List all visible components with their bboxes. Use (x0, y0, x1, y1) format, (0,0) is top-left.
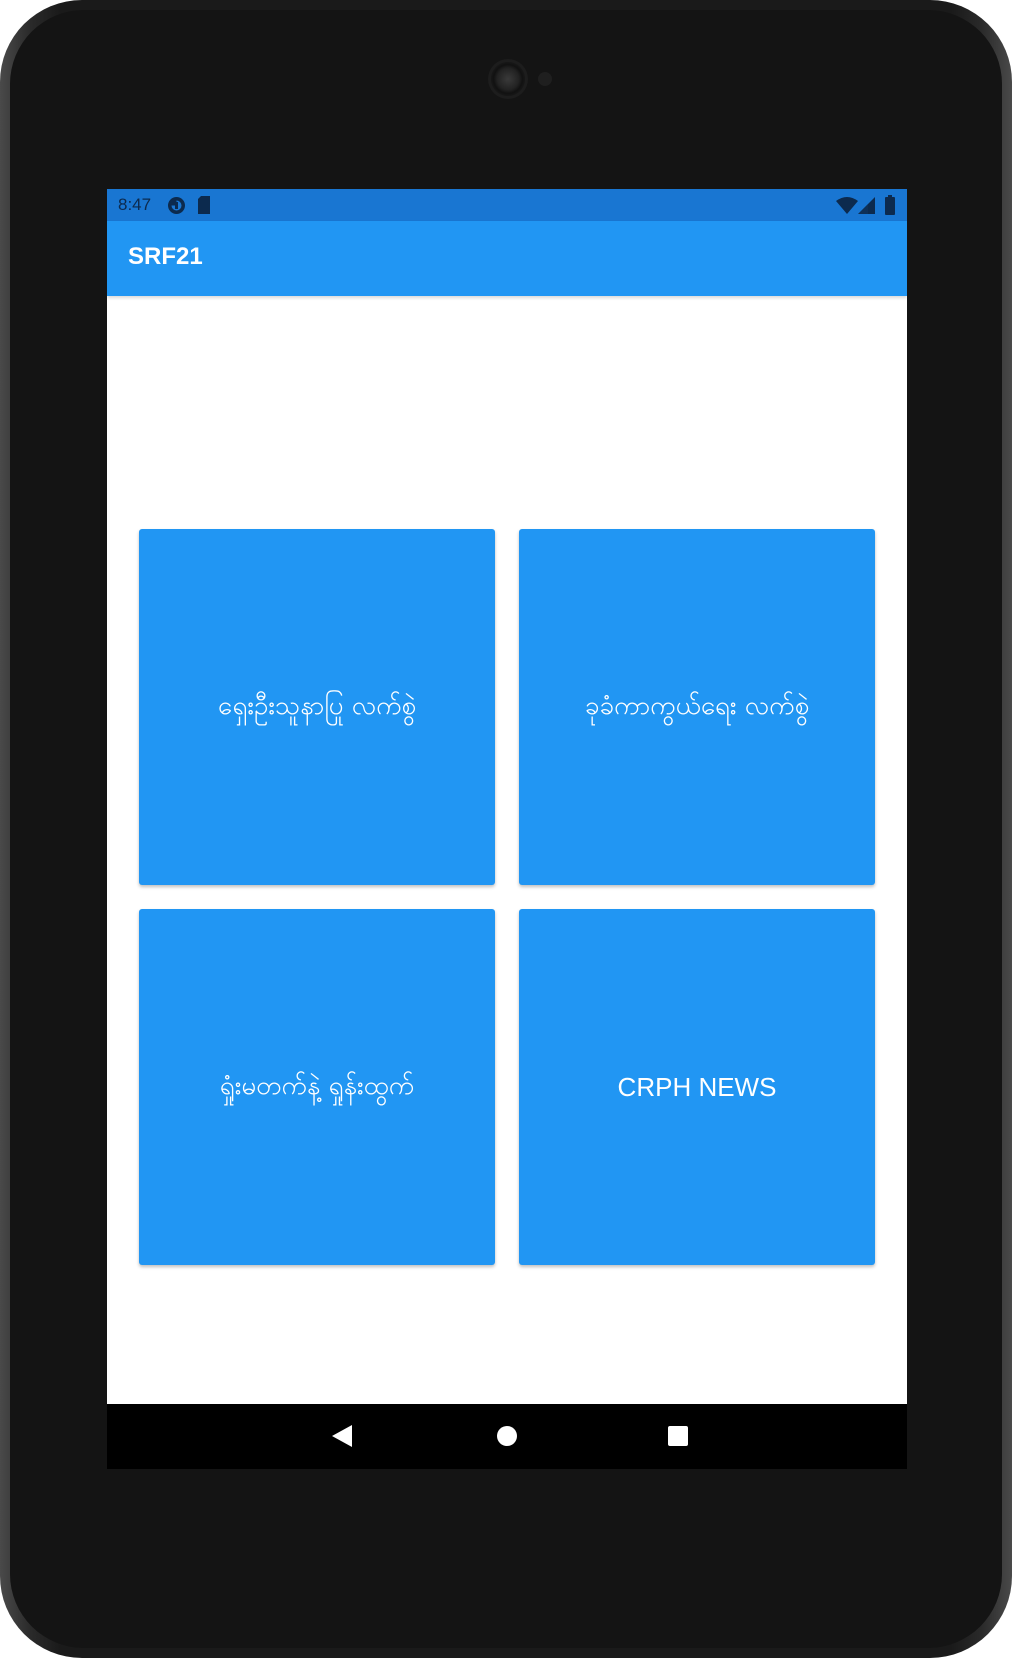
tile-label: ရှုံးမတက်နဲ့ ရှုန်းထွက် (219, 1070, 415, 1101)
back-icon[interactable] (324, 1418, 360, 1454)
device-screen: 8:47 SRF21 ရှေးဦးသူနာပြု လက်စွဲ ခုခံကာကွ… (107, 189, 907, 1469)
tile-crph-news[interactable]: CRPH NEWS (519, 909, 875, 1265)
battery-icon (885, 195, 895, 219)
sd-card-icon (197, 196, 211, 218)
cell-signal-icon (858, 197, 875, 218)
home-icon[interactable] (489, 1418, 525, 1454)
status-bar: 8:47 (107, 189, 907, 221)
status-time: 8:47 (118, 195, 152, 214)
recents-icon[interactable] (660, 1418, 696, 1454)
tile-label: CRPH NEWS (617, 1071, 777, 1102)
tile-first-aid-guide[interactable]: ရှေးဦးသူနာပြု လက်စွဲ (139, 529, 495, 885)
tile-never-give-up[interactable]: ရှုံးမတက်နဲ့ ရှုန်းထွက် (139, 909, 495, 1265)
app-title: SRF21 (128, 243, 203, 270)
data-saver-icon (167, 196, 186, 219)
wifi-icon (836, 197, 858, 218)
navigation-bar (107, 1404, 907, 1469)
tablet-device-frame: 8:47 SRF21 ရှေးဦးသူနာပြု လက်စွဲ ခုခံကာကွ… (0, 0, 1012, 1658)
tile-label: ခုခံကာကွယ်ရေး လက်စွဲ (584, 690, 810, 721)
light-sensor-icon (538, 72, 552, 86)
app-bar: SRF21 (107, 221, 907, 296)
tile-label: ရှေးဦးသူနာပြု လက်စွဲ (217, 690, 417, 721)
tile-self-defense-guide[interactable]: ခုခံကာကွယ်ရေး လက်စွဲ (519, 529, 875, 885)
front-camera-icon (491, 62, 525, 96)
